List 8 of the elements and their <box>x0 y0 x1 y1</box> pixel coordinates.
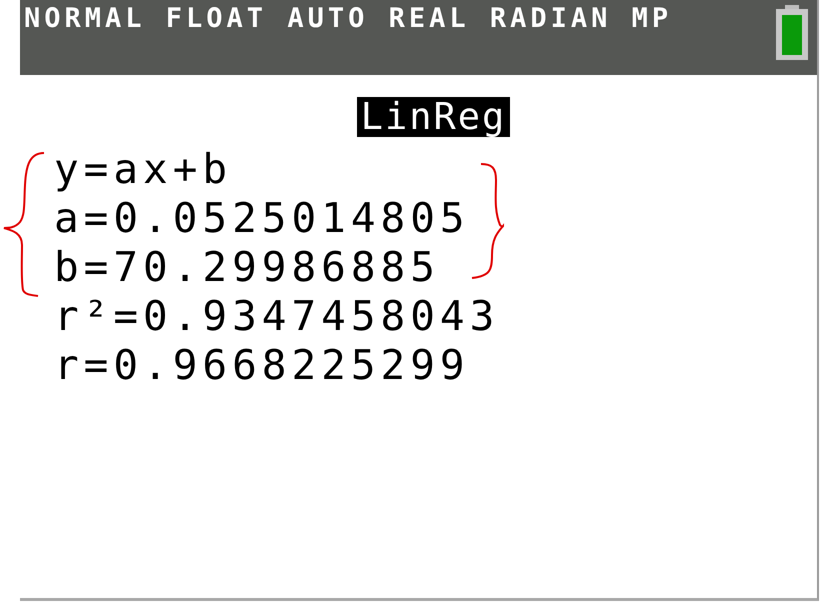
result-line: a=0.0525014805 <box>54 194 470 243</box>
result-line: r=0.9668225299 <box>54 341 470 390</box>
mode-indicators: NORMAL FLOAT AUTO REAL RADIAN MP <box>24 2 672 36</box>
battery-icon <box>775 5 809 61</box>
result-line: y=ax+b <box>54 145 232 194</box>
result-line: b=70.29986885 <box>54 243 440 292</box>
screen-title: LinReg <box>356 97 510 137</box>
result-line: r²=0.9347458043 <box>54 292 500 341</box>
